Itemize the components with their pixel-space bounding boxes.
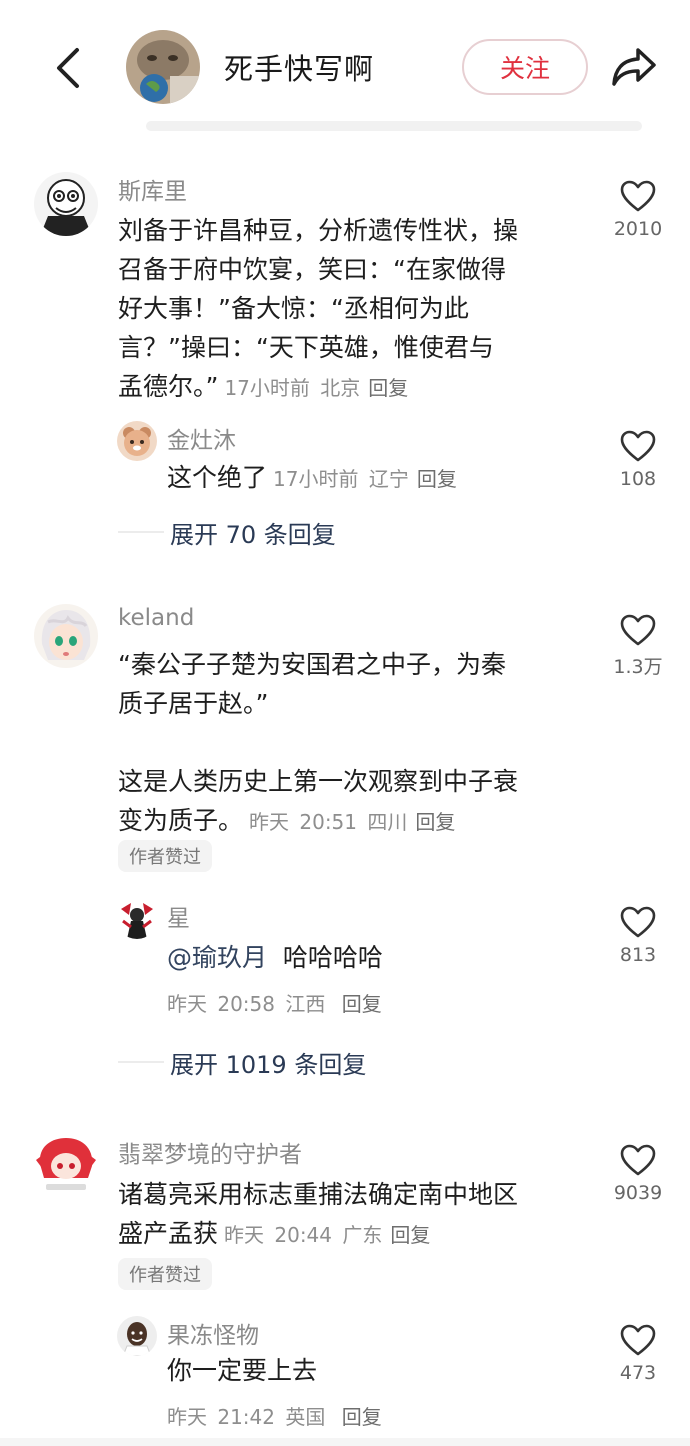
comment-username[interactable]: 翡翠梦境的守护者 [118,1135,302,1169]
share-button[interactable] [610,44,658,90]
like-count: 9039 [613,1182,663,1204]
author-liked-badge: 作者赞过 [118,840,212,872]
reply-button[interactable]: 回复 [342,1405,382,1429]
comment-blank-line [118,723,588,762]
reply-username[interactable]: 果冻怪物 [167,1316,259,1350]
header-avatar[interactable] [126,30,200,104]
expand-replies-label: 展开 70 条回复 [170,520,336,549]
comment-line: 言？”操曰：“天下英雄，惟使君与 [118,333,494,362]
comment-line: 孟德尔。” 17小时前 北京 回复 [118,372,409,401]
avatar[interactable] [34,172,98,236]
reply-meta: 昨天 20:58 江西 回复 [167,988,382,1017]
like-button[interactable]: 2010 [606,180,670,240]
reply-username[interactable]: 星 [167,899,190,933]
heart-icon [620,1324,656,1356]
heart-icon [620,180,656,212]
reply-button[interactable]: 回复 [342,992,382,1016]
reply-avatar[interactable] [117,421,157,461]
reply-text: @瑜玖月 哈哈哈哈 [167,938,383,977]
reply-time: 17小时前 [273,467,359,491]
comment-line: 刘备于许昌种豆，分析遗传性状，操 [118,216,519,245]
avatar[interactable] [34,1134,98,1198]
reply-message: 哈哈哈哈 [282,943,383,972]
comment-location: 北京 [320,376,361,400]
comment-time: 昨天 20:44 [224,1223,333,1247]
top-bar: 死手快写啊 关注 [0,0,690,131]
comment-location: 广东 [342,1223,383,1247]
comment-text: “秦公子子楚为安国君之中子，为秦 质子居于赵。” 这是人类历史上第一次观察到中子… [118,645,588,842]
expand-divider [118,531,164,533]
like-button[interactable]: 473 [606,1324,670,1384]
header-divider [146,121,642,131]
heart-icon [620,906,656,938]
heart-icon [620,614,656,646]
reply-time: 昨天 21:42 [167,1405,275,1429]
comment-line: 盛产孟获 昨天 20:44 广东 回复 [118,1219,431,1248]
like-button[interactable]: 813 [606,906,670,966]
comment-meta: 17小时前 北京 回复 [224,376,408,400]
bottom-edge [0,1438,690,1446]
reply-time: 昨天 20:58 [167,992,275,1016]
comment-location: 四川 [367,810,408,834]
reply-avatar[interactable] [117,899,157,939]
reply-username[interactable]: 金灶沐 [167,421,236,455]
comment-line: 这是人类历史上第一次观察到中子衰 [118,767,519,796]
reply-location: 辽宁 [368,467,409,491]
author-liked-badge: 作者赞过 [118,1258,212,1290]
heart-icon [620,1144,656,1176]
heart-icon [620,430,656,462]
reply-meta: 17小时前 辽宁 回复 [273,467,457,491]
comment-line: “秦公子子楚为安国君之中子，为秦 [118,650,506,679]
back-button[interactable] [48,44,88,92]
expand-replies-button[interactable]: 展开 1019 条回复 [118,1047,367,1079]
comment-time: 昨天 20:51 [249,810,358,834]
reply-button[interactable]: 回复 [390,1223,430,1247]
reply-location: 江西 [285,992,326,1016]
comment-line: 好大事！”备大惊：“丞相何为此 [118,294,469,323]
reply-text: 这个绝了 17小时前 辽宁 回复 [167,463,457,492]
comment-line: 召备于府中饮宴，笑曰：“在家做得 [118,255,506,284]
comment-line: 质子居于赵。” [118,689,269,718]
like-count: 473 [619,1362,657,1384]
comment-meta: 昨天 20:51 四川 回复 [249,810,455,834]
comment-meta: 昨天 20:44 广东 回复 [224,1223,430,1247]
share-icon [612,48,656,86]
like-count: 1.3万 [613,656,663,678]
follow-button[interactable]: 关注 [462,39,588,95]
reply-button[interactable]: 回复 [415,810,455,834]
like-count: 813 [619,944,657,966]
page-title: 死手快写啊 [224,52,375,86]
reply-button[interactable]: 回复 [417,467,457,491]
comment-username[interactable]: keland [118,605,194,631]
comment-username[interactable]: 斯库里 [118,172,187,206]
comment-time: 17小时前 [224,376,310,400]
reply-location: 英国 [285,1405,326,1429]
reply-meta: 昨天 21:42 英国 回复 [167,1401,382,1430]
reply-button[interactable]: 回复 [368,376,408,400]
expand-divider [118,1061,164,1063]
reply-avatar[interactable] [117,1316,157,1356]
mention-link[interactable]: @瑜玖月 [167,943,267,972]
like-count: 2010 [613,218,663,240]
comment-text: 刘备于许昌种豆，分析遗传性状，操 召备于府中饮宴，笑曰：“在家做得 好大事！”备… [118,211,588,408]
like-button[interactable]: 1.3万 [606,614,670,679]
expand-replies-label: 展开 1019 条回复 [170,1050,367,1079]
like-button[interactable]: 108 [606,430,670,490]
like-count: 108 [619,468,657,490]
like-button[interactable]: 9039 [606,1144,670,1204]
avatar[interactable] [34,604,98,668]
comment-line: 诸葛亮采用标志重捕法确定南中地区 [118,1180,519,1209]
comment-line: 变为质子。 昨天 20:51 四川 回复 [118,806,456,835]
comment-text: 诸葛亮采用标志重捕法确定南中地区 盛产孟获 昨天 20:44 广东 回复 [118,1175,588,1255]
back-arrow-icon [57,48,79,88]
expand-replies-button[interactable]: 展开 70 条回复 [118,517,336,549]
reply-text: 你一定要上去 [167,1356,318,1385]
